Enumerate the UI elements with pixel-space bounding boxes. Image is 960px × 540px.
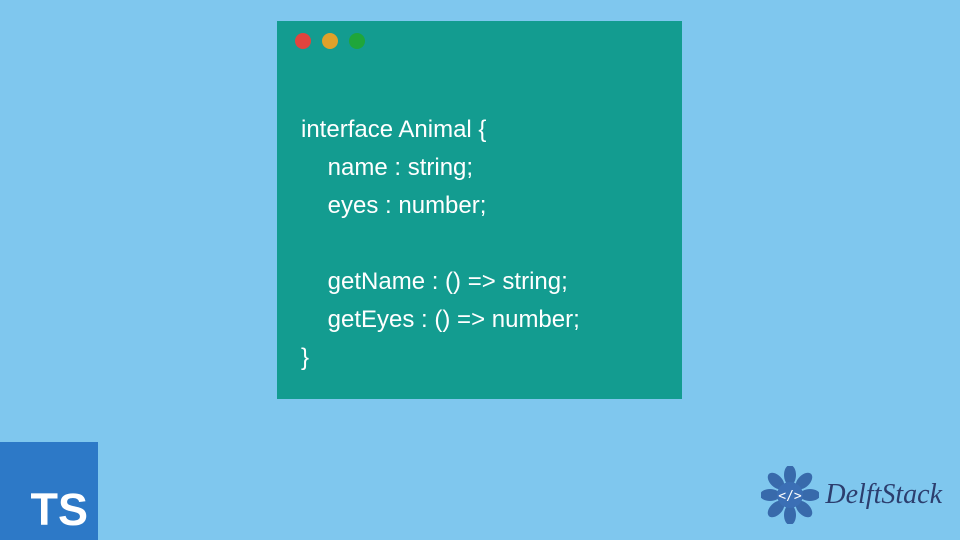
typescript-badge: TS bbox=[0, 442, 98, 540]
brand: </> DelftStack bbox=[761, 466, 942, 524]
code-line: eyes : number; bbox=[301, 192, 486, 219]
minimize-icon bbox=[322, 33, 338, 49]
close-icon bbox=[295, 33, 311, 49]
svg-text:</>: </> bbox=[779, 489, 803, 504]
code-line: getName : () => string; bbox=[301, 268, 568, 295]
code-line: } bbox=[301, 344, 309, 371]
code-window: interface Animal { name : string; eyes :… bbox=[277, 21, 682, 399]
code-block: interface Animal { name : string; eyes :… bbox=[277, 61, 682, 415]
brand-logo-icon: </> bbox=[761, 466, 819, 524]
code-line: getEyes : () => number; bbox=[301, 306, 580, 333]
ts-label: TS bbox=[30, 487, 88, 532]
brand-name: DelftStack bbox=[825, 479, 942, 511]
code-line: interface Animal { bbox=[301, 116, 486, 143]
window-titlebar bbox=[277, 21, 682, 61]
code-line: name : string; bbox=[301, 154, 473, 181]
maximize-icon bbox=[349, 33, 365, 49]
